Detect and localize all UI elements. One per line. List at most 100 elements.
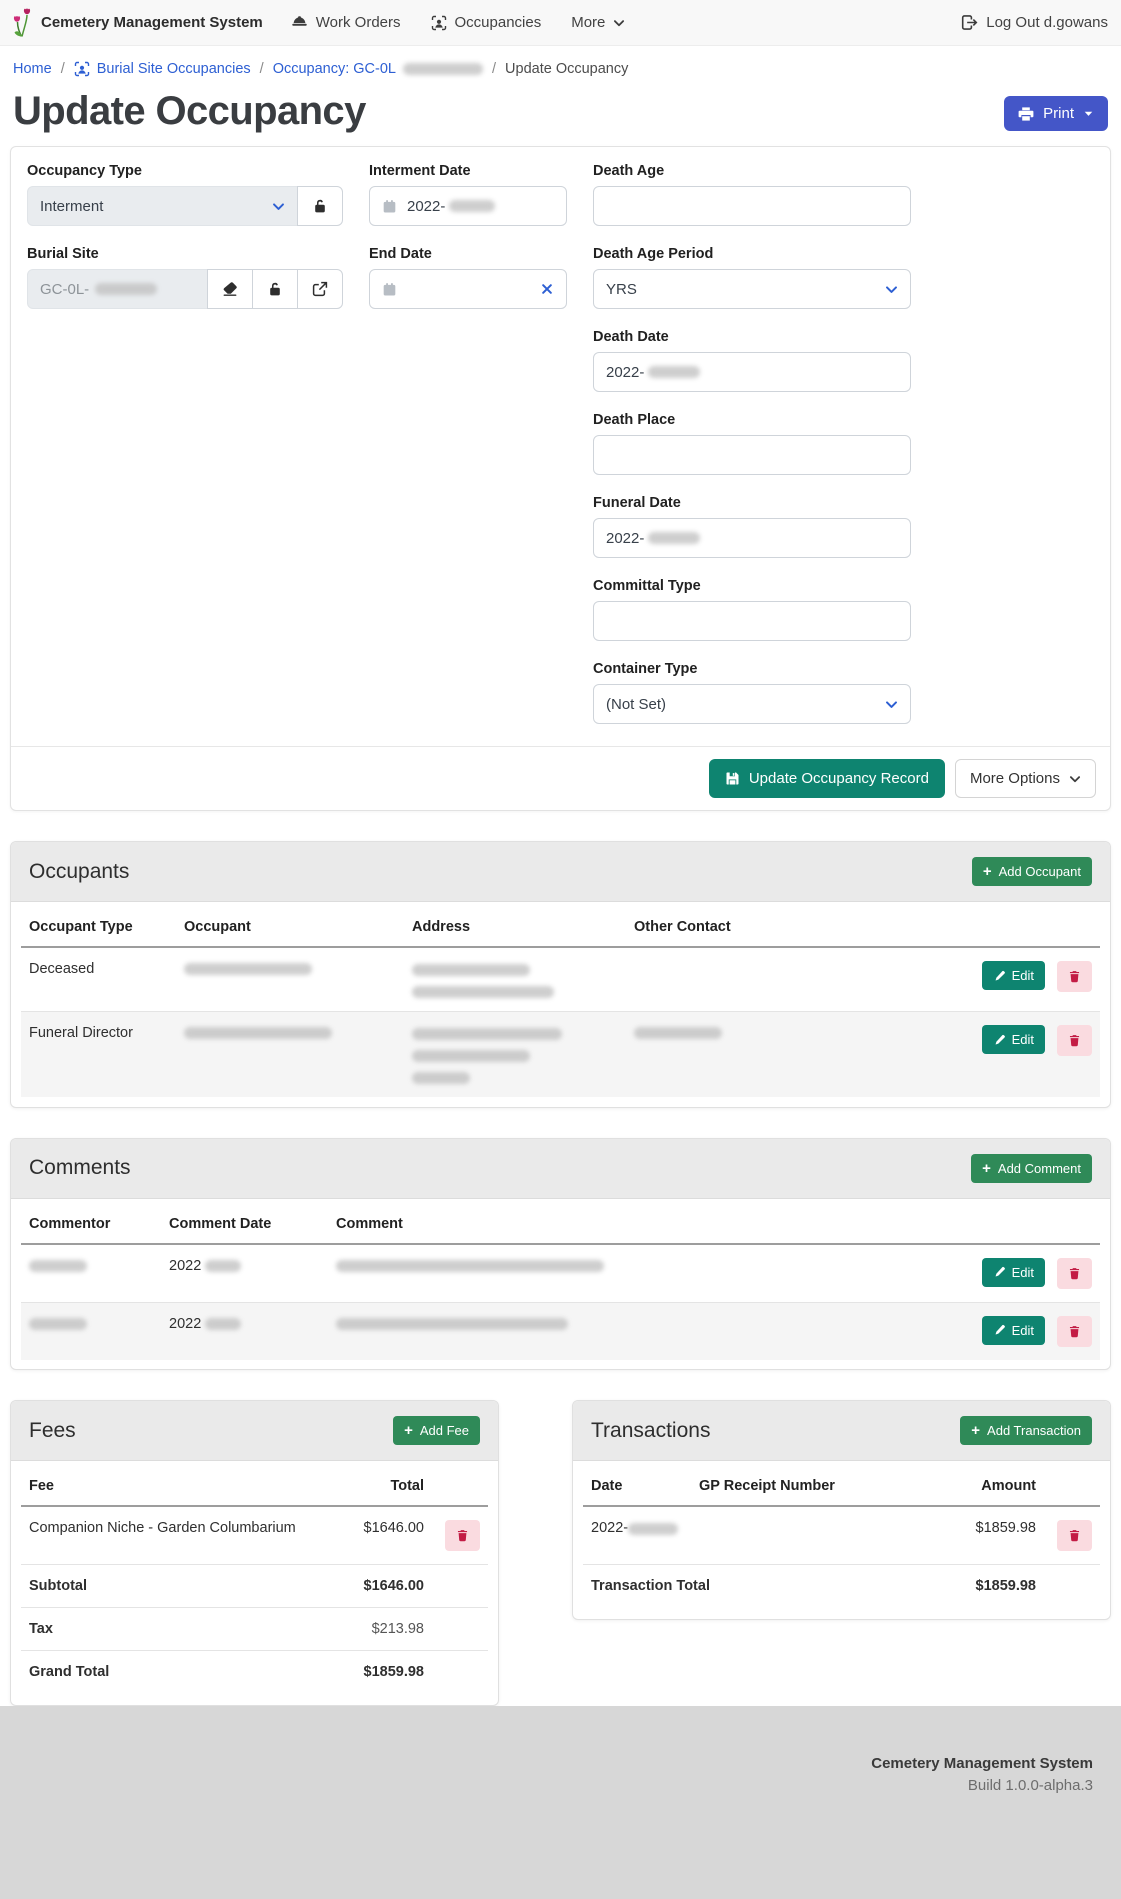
field-death-age-period: Death Age Period YRS — [593, 246, 911, 309]
subtotal-label: Subtotal — [21, 1565, 327, 1608]
delete-transaction-button[interactable] — [1057, 1520, 1092, 1551]
unlock-icon — [312, 198, 328, 214]
burial-site-open-link-button[interactable] — [297, 269, 343, 309]
column-header-actions — [945, 906, 1100, 947]
transactions-title: Transactions — [591, 1419, 710, 1443]
more-options-button[interactable]: More Options — [955, 759, 1096, 798]
trash-icon — [456, 1529, 469, 1542]
edit-label: Edit — [1012, 1032, 1034, 1047]
death-date-label: Death Date — [593, 329, 911, 345]
occupancy-type-unlock-button[interactable] — [297, 186, 343, 226]
page-header: Update Occupancy Print — [0, 79, 1121, 134]
logout-button[interactable]: Log Out d.gowans — [961, 14, 1108, 31]
end-date-clear-button[interactable] — [540, 282, 554, 296]
fees-table: Fee Total Companion Niche - Garden Colum… — [21, 1465, 488, 1693]
nav-more[interactable]: More — [571, 14, 625, 31]
redacted-text — [412, 964, 530, 976]
footer-build-version: Build 1.0.0-alpha.3 — [28, 1777, 1093, 1794]
page-footer: Cemetery Management System Build 1.0.0-a… — [0, 1706, 1121, 1899]
edit-comment-button[interactable]: Edit — [982, 1258, 1045, 1287]
row-actions: Edit — [945, 1244, 1100, 1303]
burial-site-unlock-button[interactable] — [252, 269, 298, 309]
pencil-icon — [993, 1266, 1005, 1278]
table-row: 2022 Edit — [21, 1244, 1100, 1303]
committal-type-input[interactable] — [593, 601, 911, 641]
nav-work-orders[interactable]: Work Orders — [291, 14, 401, 31]
plus-icon: + — [971, 1423, 980, 1438]
add-comment-button[interactable]: + Add Comment — [971, 1154, 1092, 1183]
breadcrumb-home[interactable]: Home — [13, 61, 52, 77]
death-date-value: 2022- — [606, 364, 644, 381]
transactions-table: Date GP Receipt Number Amount 2022- $185… — [583, 1465, 1100, 1607]
column-header-actions — [1044, 1465, 1100, 1506]
table-row: Funeral Director — [21, 1012, 1100, 1098]
column-header: Other Contact — [626, 906, 945, 947]
update-occupancy-record-button[interactable]: Update Occupancy Record — [709, 759, 945, 798]
person-bounding-box-icon — [74, 61, 90, 77]
delete-occupant-button[interactable] — [1057, 1025, 1092, 1056]
death-place-input[interactable] — [593, 435, 911, 475]
tulip-logo-icon — [13, 8, 32, 37]
breadcrumb-occupancy[interactable]: Occupancy: GC-0L — [273, 61, 483, 77]
edit-label: Edit — [1012, 1265, 1034, 1280]
edit-comment-button[interactable]: Edit — [982, 1316, 1045, 1345]
field-committal-type: Committal Type — [593, 578, 911, 641]
end-date-input[interactable] — [369, 269, 567, 309]
trash-icon — [1068, 1034, 1081, 1047]
edit-label: Edit — [1012, 968, 1034, 983]
burial-site-clear-button[interactable] — [207, 269, 253, 309]
add-occupant-button[interactable]: + Add Occupant — [972, 857, 1092, 886]
occupants-header: Occupants + Add Occupant — [11, 842, 1110, 902]
print-button[interactable]: Print — [1004, 96, 1108, 131]
row-actions: Edit — [945, 1012, 1100, 1098]
occupant-contact-cell — [626, 947, 945, 1012]
nav-occupancies-label: Occupancies — [455, 14, 542, 31]
column-header: Comment — [328, 1203, 945, 1244]
add-fee-button[interactable]: + Add Fee — [393, 1416, 480, 1445]
interment-date-input[interactable]: 2022- — [369, 186, 567, 226]
calendar-icon — [382, 199, 397, 214]
death-age-input[interactable] — [593, 186, 911, 226]
fees-section: Fees + Add Fee Fee Total Companion Niche… — [10, 1400, 499, 1706]
occupancy-type-select[interactable]: Interment — [27, 186, 298, 226]
breadcrumb-burial-site-occupancies[interactable]: Burial Site Occupancies — [74, 61, 251, 77]
summary-row: Transaction Total $1859.98 — [583, 1565, 1100, 1608]
committal-type-label: Committal Type — [593, 578, 911, 594]
transactions-header: Transactions + Add Transaction — [573, 1401, 1110, 1461]
column-header: Address — [404, 906, 626, 947]
chevron-down-icon — [885, 283, 898, 296]
redacted-text — [184, 1027, 332, 1039]
app-brand[interactable]: Cemetery Management System — [13, 8, 263, 37]
burial-site-input: GC-0L- — [27, 269, 208, 309]
person-bounding-box-icon — [431, 15, 447, 31]
delete-comment-button[interactable] — [1057, 1316, 1092, 1347]
add-fee-label: Add Fee — [420, 1423, 469, 1438]
table-row: 2022 Edit — [21, 1302, 1100, 1360]
redacted-text — [648, 366, 700, 378]
occupant-type-cell: Funeral Director — [21, 1012, 176, 1098]
occupancy-type-label: Occupancy Type — [27, 163, 343, 179]
funeral-date-input[interactable]: 2022- — [593, 518, 911, 558]
chevron-down-icon — [885, 698, 898, 711]
pencil-icon — [993, 1034, 1005, 1046]
container-type-select[interactable]: (Not Set) — [593, 684, 911, 724]
subtotal-value: $1646.00 — [327, 1565, 432, 1608]
summary-row: Tax $213.98 — [21, 1608, 488, 1651]
delete-fee-button[interactable] — [445, 1520, 480, 1551]
column-header: Commentor — [21, 1203, 161, 1244]
occupant-name-cell — [176, 947, 404, 1012]
add-transaction-button[interactable]: + Add Transaction — [960, 1416, 1092, 1445]
edit-occupant-button[interactable]: Edit — [982, 1025, 1045, 1054]
nav-occupancies[interactable]: Occupancies — [431, 14, 542, 31]
death-date-input[interactable]: 2022- — [593, 352, 911, 392]
plus-icon: + — [982, 1161, 991, 1176]
field-death-age: Death Age — [593, 163, 911, 226]
delete-occupant-button[interactable] — [1057, 961, 1092, 992]
edit-occupant-button[interactable]: Edit — [982, 961, 1045, 990]
redacted-text — [628, 1523, 678, 1535]
death-age-period-select[interactable]: YRS — [593, 269, 911, 309]
delete-comment-button[interactable] — [1057, 1258, 1092, 1289]
comment-cell — [328, 1302, 945, 1360]
death-place-label: Death Place — [593, 412, 911, 428]
commentor-cell — [21, 1244, 161, 1303]
